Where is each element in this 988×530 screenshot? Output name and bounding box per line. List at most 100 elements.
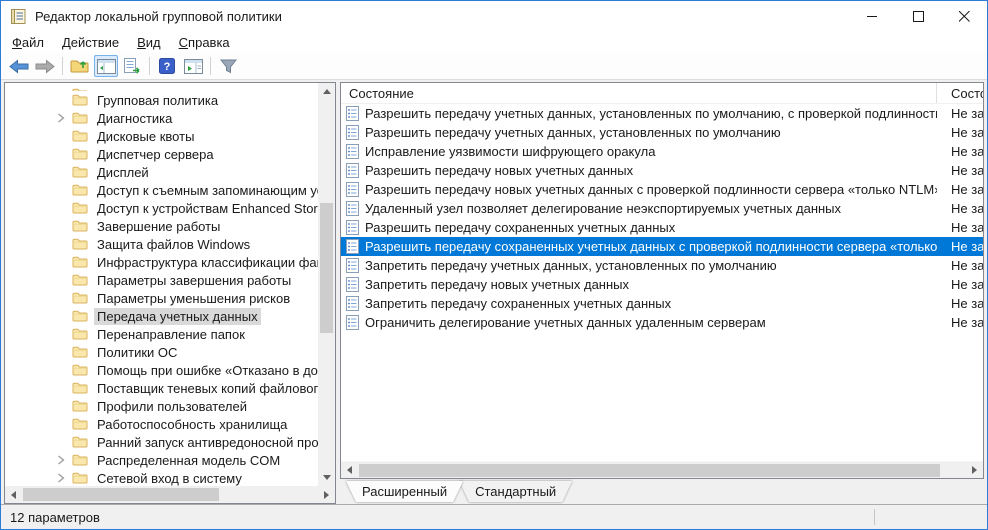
export-list-icon[interactable]	[120, 55, 144, 77]
policy-row[interactable]: Удаленный узел позволяет делегирование н…	[341, 199, 983, 218]
expand-chevron-icon[interactable]	[57, 365, 72, 375]
menu-item-действие[interactable]: Действие	[53, 33, 128, 52]
tree-item[interactable]: Доступ к съемным запоминающим уст	[5, 181, 318, 199]
tree-item[interactable]: Диагностика	[5, 109, 318, 127]
expand-chevron-icon[interactable]	[57, 293, 72, 303]
tree-item[interactable]: Завершение работы	[5, 217, 318, 235]
back-icon[interactable]	[7, 55, 31, 77]
tree-item[interactable]: Политики ОС	[5, 343, 318, 361]
list-hscroll-thumb[interactable]	[359, 464, 940, 477]
policy-row[interactable]: Запретить передачу учетных данных, устан…	[341, 256, 983, 275]
menu-item-вид[interactable]: Вид	[128, 33, 170, 52]
expand-chevron-icon[interactable]	[57, 95, 72, 105]
tree-item[interactable]: Поставщик теневых копий файлового	[5, 379, 318, 397]
menu-item-справка[interactable]: Справка	[170, 33, 239, 52]
expand-chevron-icon[interactable]	[57, 257, 72, 267]
tree-item[interactable]: Ранний запуск антивредоносной прогр	[5, 433, 318, 451]
scroll-right-icon[interactable]	[966, 462, 983, 479]
policy-row[interactable]: Запретить передачу сохраненных учетных д…	[341, 294, 983, 313]
expand-chevron-icon[interactable]	[57, 473, 72, 483]
tree-item[interactable]: Распределенная модель COM	[5, 451, 318, 469]
expand-chevron-icon[interactable]	[57, 311, 72, 321]
tree-item-label: Сетевой вход в систему	[94, 470, 245, 487]
tree-item[interactable]: Помощь при ошибке «Отказано в дост	[5, 361, 318, 379]
tree-item[interactable]: Дисковые квоты	[5, 127, 318, 145]
policy-setting-icon	[346, 220, 359, 235]
scroll-up-icon[interactable]	[318, 83, 335, 100]
forward-icon[interactable]	[33, 55, 57, 77]
policy-row[interactable]: Разрешить передачу учетных данных, устан…	[341, 104, 983, 123]
tree-item[interactable]: Передача учетных данных	[5, 307, 318, 325]
scroll-down-icon[interactable]	[318, 469, 335, 486]
folder-icon	[72, 237, 88, 251]
expand-chevron-icon[interactable]	[57, 203, 72, 213]
minimize-button[interactable]	[849, 1, 895, 31]
expand-chevron-icon[interactable]	[57, 275, 72, 285]
toolbar-separator	[149, 57, 150, 75]
view-tab[interactable]: Стандартный	[459, 481, 572, 502]
view-tab[interactable]: Расширенный	[346, 481, 463, 502]
expand-chevron-icon[interactable]	[57, 86, 72, 91]
tree-item[interactable]: Работоспособность хранилища	[5, 415, 318, 433]
tree-item-label: Помощь при ошибке «Отказано в дост	[94, 362, 318, 379]
column-header-state[interactable]: Состо	[937, 83, 983, 103]
tree-item[interactable]: Инфраструктура классификации файл	[5, 253, 318, 271]
expand-chevron-icon[interactable]	[57, 221, 72, 231]
tree-item-label: Инфраструктура классификации файл	[94, 254, 318, 271]
expand-chevron-icon[interactable]	[57, 401, 72, 411]
policy-setting-icon	[346, 144, 359, 159]
expand-chevron-icon[interactable]	[57, 131, 72, 141]
tab-label: Стандартный	[475, 484, 556, 499]
policy-row[interactable]: Разрешить передачу сохраненных учетных д…	[341, 218, 983, 237]
expand-chevron-icon[interactable]	[57, 455, 72, 465]
expand-chevron-icon[interactable]	[57, 347, 72, 357]
tree-item[interactable]: Групповая политика	[5, 91, 318, 109]
expand-chevron-icon[interactable]	[57, 185, 72, 195]
list-horizontal-scrollbar[interactable]	[341, 461, 983, 478]
up-one-level-icon[interactable]	[68, 55, 92, 77]
expand-chevron-icon[interactable]	[57, 167, 72, 177]
filter-icon[interactable]	[216, 55, 240, 77]
expand-chevron-icon[interactable]	[57, 419, 72, 429]
policy-row[interactable]: Разрешить передачу учетных данных, устан…	[341, 123, 983, 142]
expand-chevron-icon[interactable]	[57, 383, 72, 393]
policy-row[interactable]: Запретить передачу новых учетных данных …	[341, 275, 983, 294]
policy-name-cell: Ограничить делегирование учетных данных …	[341, 315, 937, 330]
show-console-tree-icon[interactable]	[94, 55, 118, 77]
scroll-left-icon[interactable]	[341, 462, 358, 479]
maximize-button[interactable]	[895, 1, 941, 31]
menu-item-файл[interactable]: Файл	[3, 33, 53, 52]
tree-item[interactable]: Параметры уменьшения рисков	[5, 289, 318, 307]
policy-row[interactable]: Ограничить делегирование учетных данных …	[341, 313, 983, 332]
policy-row[interactable]: Разрешить передачу сохраненных учетных д…	[341, 237, 983, 256]
tree-item[interactable]: Защита файлов Windows	[5, 235, 318, 253]
expand-chevron-icon[interactable]	[57, 239, 72, 249]
tree-item[interactable]: Профили пользователей	[5, 397, 318, 415]
policy-setting-icon	[346, 201, 359, 216]
tree-hscroll-thumb[interactable]	[23, 488, 219, 501]
tree-horizontal-scrollbar[interactable]	[5, 486, 335, 503]
scroll-left-icon[interactable]	[5, 486, 22, 503]
tree-vertical-scrollbar[interactable]	[318, 83, 335, 486]
expand-chevron-icon[interactable]	[57, 113, 72, 123]
tree-item[interactable]: Параметры завершения работы	[5, 271, 318, 289]
tree-item[interactable]: Диспетчер сервера	[5, 145, 318, 163]
help-icon[interactable]: ?	[155, 55, 179, 77]
tree-item[interactable]: Перенаправление папок	[5, 325, 318, 343]
tree-vscroll-thumb[interactable]	[320, 203, 333, 333]
tree-item[interactable]: Сетевой вход в систему	[5, 469, 318, 486]
title-bar[interactable]: Редактор локальной групповой политики	[1, 1, 987, 31]
policy-name-cell: Запретить передачу учетных данных, устан…	[341, 258, 937, 273]
scroll-right-icon[interactable]	[318, 486, 335, 503]
expand-chevron-icon[interactable]	[57, 437, 72, 447]
close-button[interactable]	[941, 1, 987, 31]
policy-row[interactable]: Разрешить передачу новых учетных данных …	[341, 180, 983, 199]
policy-row[interactable]: Разрешить передачу новых учетных данных …	[341, 161, 983, 180]
column-header-setting[interactable]: Состояние	[341, 83, 937, 103]
policy-row[interactable]: Исправление уязвимости шифрующего оракул…	[341, 142, 983, 161]
expand-chevron-icon[interactable]	[57, 149, 72, 159]
tree-item[interactable]: Дисплей	[5, 163, 318, 181]
tree-item[interactable]: Доступ к устройствам Enhanced Storag	[5, 199, 318, 217]
expand-chevron-icon[interactable]	[57, 329, 72, 339]
show-action-pane-icon[interactable]	[181, 55, 205, 77]
